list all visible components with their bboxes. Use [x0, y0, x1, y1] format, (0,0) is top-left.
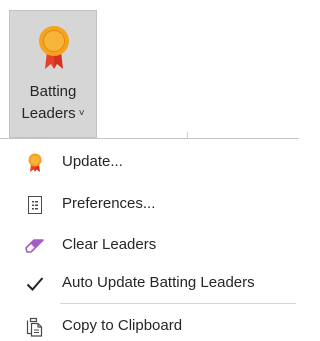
- menu-item-label: Auto Update Batting Leaders: [62, 274, 255, 291]
- menu-separator: [60, 303, 296, 304]
- document-list-icon: [25, 195, 45, 215]
- button-label-line2-text: Leaders: [21, 105, 76, 122]
- award-ribbon-icon: [25, 153, 45, 173]
- menu-item-clear-leaders[interactable]: Clear Leaders: [0, 228, 299, 262]
- menu-item-auto-update[interactable]: Auto Update Batting Leaders: [0, 266, 299, 300]
- menu-item-label: Copy to Clipboard: [62, 317, 183, 334]
- eraser-icon: [25, 236, 45, 256]
- award-ribbon-icon: [37, 25, 71, 71]
- menu-item-label: Clear Leaders: [62, 236, 157, 253]
- menu-item-label: Update...: [62, 153, 123, 170]
- chevron-down-icon: ˅: [78, 108, 85, 119]
- menu-item-label: Preferences...: [62, 195, 156, 212]
- checkmark-icon: [25, 274, 45, 294]
- button-label-line2: Leaders ˅: [10, 105, 96, 123]
- batting-leaders-menu: Update... Preferences... Clear Leaders A…: [0, 138, 299, 341]
- copy-clipboard-icon: [25, 317, 45, 337]
- menu-item-preferences[interactable]: Preferences...: [0, 187, 299, 221]
- menu-item-copy-clipboard[interactable]: Copy to Clipboard: [0, 309, 299, 341]
- menu-item-update[interactable]: Update...: [0, 145, 299, 179]
- button-label-line1: Batting: [29, 83, 77, 100]
- batting-leaders-button[interactable]: Batting Leaders ˅: [9, 10, 97, 138]
- app-stage: Batting Leaders ˅ Update... Preferences.…: [0, 0, 299, 341]
